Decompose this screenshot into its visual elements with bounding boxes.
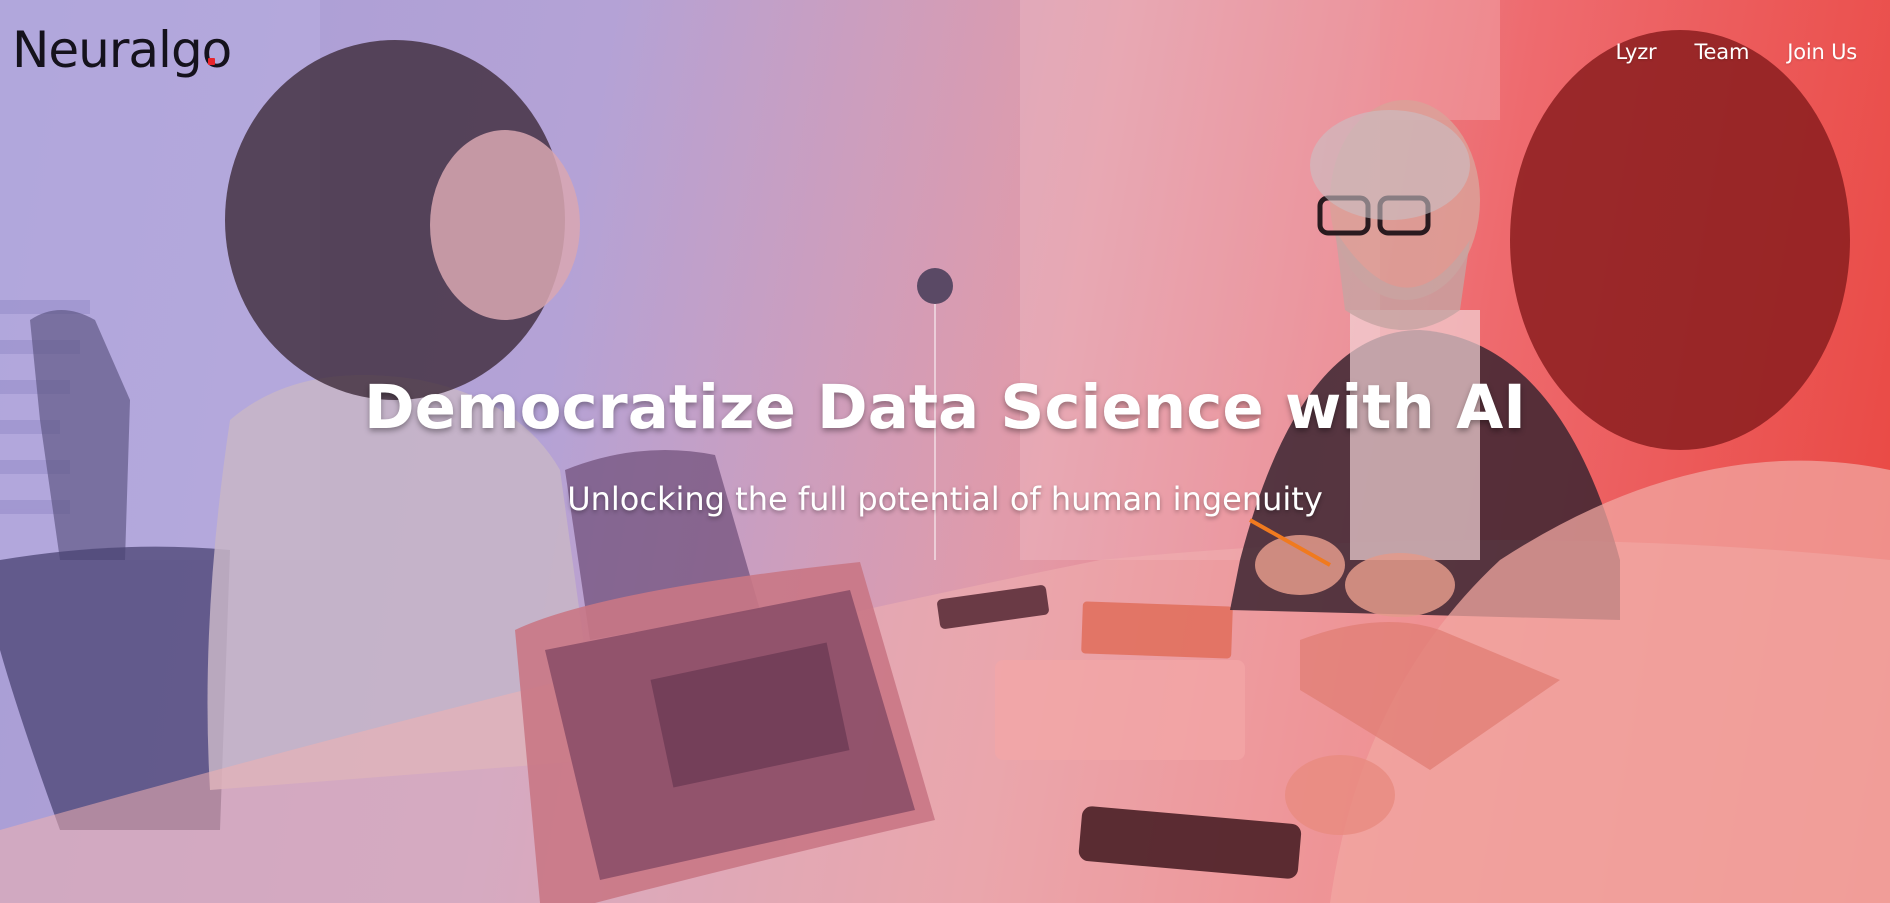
hero-section: Neuralgo Lyzr Team Join Us Democratize D… [0, 0, 1890, 903]
logo-accent-dot [208, 58, 215, 65]
nav-item-lyzr[interactable]: Lyzr [1615, 40, 1656, 64]
nav-item-team[interactable]: Team [1695, 40, 1750, 64]
neuralgo-logo[interactable]: Neuralgo [12, 20, 232, 80]
hero-title: Democratize Data Science with AI [364, 372, 1526, 443]
logo-wordmark: Neuralgo [12, 21, 232, 79]
hero-background-image [0, 0, 1890, 903]
nav-item-join-us[interactable]: Join Us [1787, 40, 1857, 64]
site-header: Neuralgo Lyzr Team Join Us [0, 0, 1890, 105]
main-nav: Lyzr Team Join Us [1615, 40, 1857, 64]
hero-subtitle: Unlocking the full potential of human in… [567, 480, 1323, 518]
